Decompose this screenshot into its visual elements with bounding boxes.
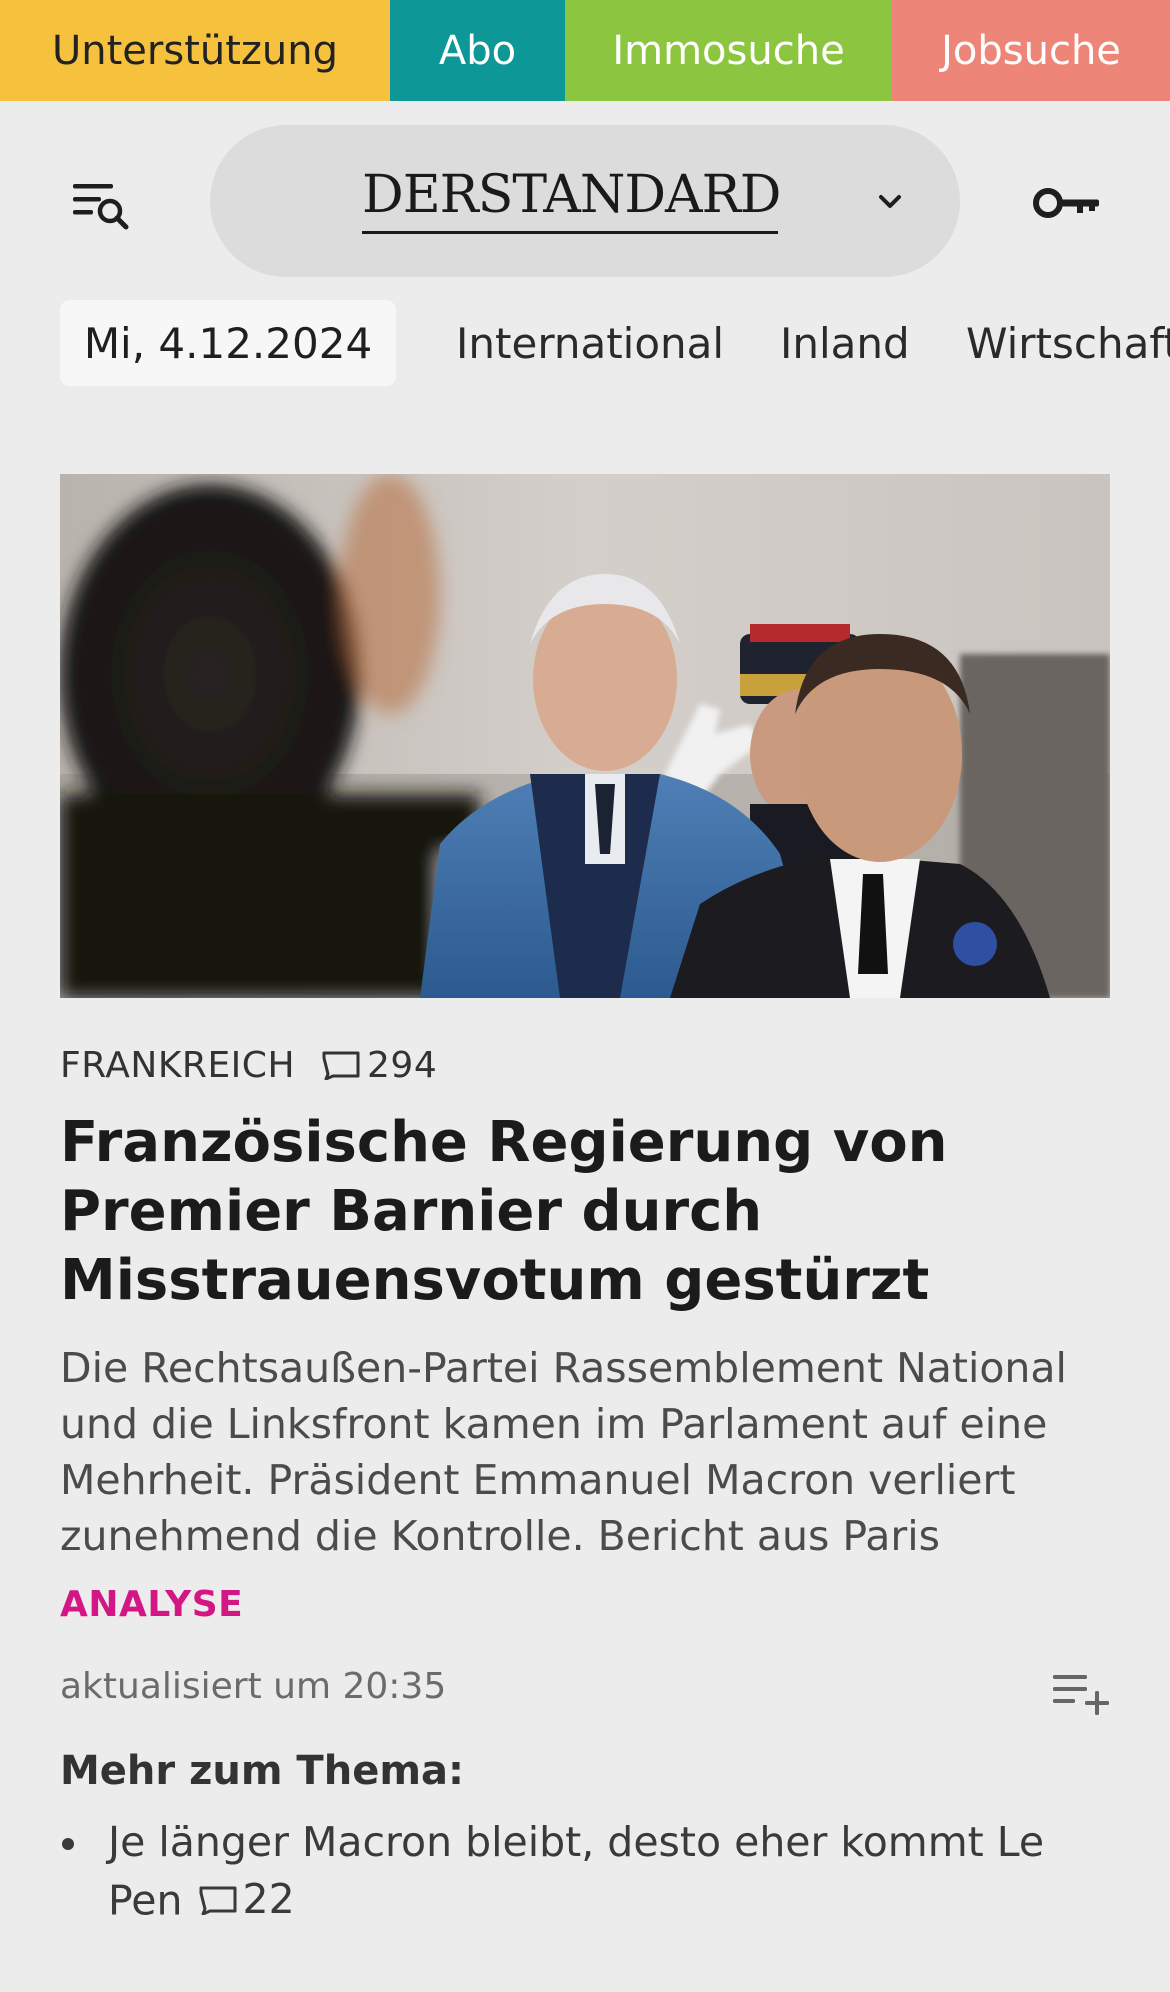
support-link[interactable]: Unterstützung: [0, 0, 390, 101]
comment-count: 294: [367, 1044, 438, 1086]
article-comments-link[interactable]: 294: [321, 1045, 437, 1086]
article-teaser[interactable]: Die Rechtsaußen-Partei Rassemblement Nat…: [60, 1340, 1120, 1564]
nav-item-international[interactable]: International: [456, 300, 724, 386]
site-header: DERSTANDARD: [0, 101, 1170, 301]
key-icon: [1033, 188, 1099, 218]
article-type-badge: ANALYSE: [60, 1584, 244, 1625]
brand-wordmark: DERSTANDARD: [362, 165, 781, 225]
related-heading: Mehr zum Thema:: [60, 1748, 464, 1794]
article-updated-time: aktualisiert um 20:35: [60, 1666, 447, 1707]
edition-date[interactable]: Mi, 4.12.2024: [60, 300, 396, 386]
chevron-down-icon[interactable]: [870, 181, 910, 221]
list-bullet: [62, 1838, 74, 1850]
brand-logo[interactable]: DERSTANDARD: [362, 165, 781, 234]
comment-icon: [322, 1051, 360, 1080]
playlist-add-icon: [1053, 1675, 1109, 1715]
nav-item-wirtschaft[interactable]: Wirtschaft: [966, 300, 1170, 386]
related-articles-list: Je länger Macron bleibt, desto eher komm…: [60, 1814, 1120, 1930]
menu-search-icon: [73, 184, 129, 230]
top-service-bar: Unterstützung Abo Immosuche Jobsuche: [0, 0, 1170, 101]
abo-link[interactable]: Abo: [390, 0, 565, 101]
related-article-comments[interactable]: 22: [198, 1871, 295, 1928]
menu-search-button[interactable]: [64, 171, 144, 241]
article-kicker-row: FRANKREICH 294: [60, 1042, 437, 1088]
nav-item-inland[interactable]: Inland: [780, 300, 910, 386]
login-button[interactable]: [1028, 173, 1108, 233]
brand-switcher[interactable]: DERSTANDARD: [210, 125, 960, 277]
section-nav: Mi, 4.12.2024 International Inland Wirts…: [0, 300, 1170, 388]
add-to-reading-list-button[interactable]: [1046, 1664, 1116, 1724]
related-comment-count: 22: [242, 1875, 295, 1923]
brand-underline: [362, 231, 778, 234]
immosuche-link[interactable]: Immosuche: [565, 0, 892, 101]
article-kicker[interactable]: FRANKREICH: [60, 1045, 295, 1086]
comment-icon: [199, 1886, 237, 1915]
hero-photo: [60, 474, 1110, 998]
article-hero-image[interactable]: [60, 474, 1110, 998]
related-article-item[interactable]: Je länger Macron bleibt, desto eher komm…: [60, 1814, 1120, 1930]
jobsuche-link[interactable]: Jobsuche: [892, 0, 1170, 101]
article-headline[interactable]: Französische Regierung von Premier Barni…: [60, 1108, 1120, 1315]
